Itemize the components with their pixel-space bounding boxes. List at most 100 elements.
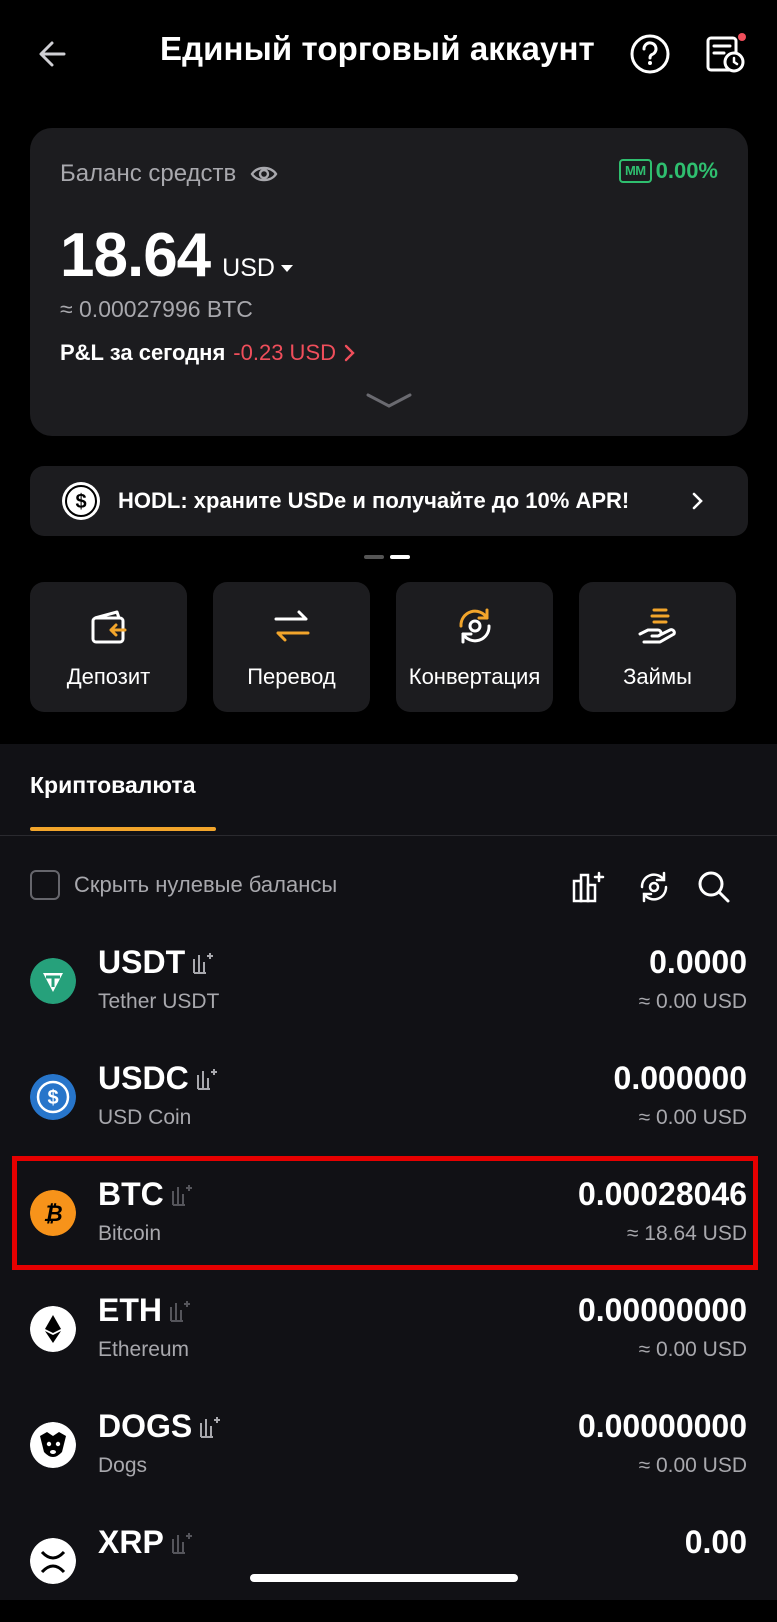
asset-symbol-text: ETH	[98, 1292, 162, 1328]
expand-card-button[interactable]	[364, 390, 414, 410]
page-title: Единый торговый аккаунт	[160, 30, 595, 67]
asset-usd-value: ≈ 0.00 USD	[638, 1454, 747, 1477]
carousel-indicator	[364, 555, 410, 559]
document-clock-icon	[706, 33, 746, 73]
xrp-coin-icon	[30, 1538, 76, 1584]
asset-usd-value: ≈ 0.00 USD	[638, 1106, 747, 1129]
carousel-dot-active	[390, 555, 410, 559]
svg-text:$: $	[47, 1087, 58, 1109]
loans-label: Займы	[623, 664, 692, 689]
asset-symbol: USDT	[98, 944, 215, 981]
history-button[interactable]	[704, 32, 748, 76]
asset-symbol-text: BTC	[98, 1176, 164, 1212]
balance-card: Баланс средств MM 0.00% 18.64 USD ≈ 0.00…	[30, 128, 748, 436]
asset-usd-value: ≈ 0.00 USD	[638, 1338, 747, 1361]
btc-coin-icon: ₿	[30, 1190, 76, 1236]
asset-usd-value: ≈ 18.64 USD	[626, 1222, 747, 1245]
asset-symbol: XRP	[98, 1524, 194, 1561]
arrow-left-icon	[39, 41, 66, 67]
help-button[interactable]	[628, 32, 672, 76]
asset-amount: 0.0000	[649, 944, 747, 980]
search-icon	[698, 871, 730, 903]
asset-symbol-text: DOGS	[98, 1408, 193, 1444]
asset-symbol: BTC	[98, 1176, 194, 1213]
convert-button[interactable]: Конвертация	[396, 582, 553, 712]
chevron-right-icon	[344, 344, 355, 362]
bar-chart-plus-icon[interactable]	[170, 1531, 194, 1555]
svg-text:$: $	[75, 491, 86, 513]
asset-amount: 0.00000000	[577, 1408, 747, 1444]
tab-crypto[interactable]: Криптовалюта	[30, 772, 196, 799]
question-circle-icon	[630, 34, 670, 74]
mm-value: 0.00%	[655, 158, 718, 183]
btc-equivalent: ≈ 0.00027996 BTC	[60, 296, 253, 322]
pnl-today[interactable]: P&L за сегодня -0.23 USD	[60, 340, 356, 366]
tab-underline	[30, 827, 216, 831]
usdc-coin-icon: $	[30, 1074, 76, 1120]
chevron-down-icon	[366, 393, 412, 408]
loan-hand-icon	[638, 608, 676, 644]
asset-row-usdt[interactable]: USDT Tether USDT 0.0000 ≈ 0.00 USD	[0, 924, 777, 1042]
transfer-button[interactable]: Перевод	[213, 582, 370, 712]
svg-text:₿: ₿	[43, 1201, 62, 1226]
transfer-arrows-icon	[274, 610, 309, 642]
balance-label: Баланс средств	[60, 160, 278, 188]
bar-chart-plus-icon[interactable]	[168, 1299, 192, 1323]
hide-zero-label: Скрыть нулевые балансы	[74, 872, 338, 897]
divider	[0, 835, 777, 836]
eye-icon[interactable]	[250, 164, 278, 184]
bar-chart-plus-icon[interactable]	[170, 1183, 194, 1207]
promo-text: HODL: храните USDe и получайте до 10% AP…	[118, 488, 630, 513]
portfolio-chart-button[interactable]	[570, 869, 606, 905]
mm-badge: MM	[618, 159, 652, 183]
convert-label: Конвертация	[408, 664, 541, 689]
balance-value: 18.64	[60, 221, 211, 290]
search-button[interactable]	[696, 869, 732, 905]
home-indicator	[250, 1574, 518, 1582]
pnl-value: -0.23 USD	[233, 340, 337, 365]
bar-chart-plus-icon[interactable]	[195, 1067, 219, 1091]
promo-banner[interactable]: $ HODL: храните USDe и получайте до 10% …	[30, 466, 748, 536]
transfer-label: Перевод	[247, 664, 336, 689]
usdt-coin-icon	[30, 958, 76, 1004]
back-button[interactable]	[34, 34, 74, 74]
eth-coin-icon	[30, 1306, 76, 1352]
asset-usd-value: ≈ 0.00 USD	[638, 990, 747, 1013]
asset-name: Dogs	[98, 1454, 148, 1477]
asset-row-btc[interactable]: ₿ BTC Bitcoin 0.00028046 ≈ 18.64 USD	[0, 1156, 777, 1274]
highlight-box	[12, 1156, 758, 1270]
loans-button[interactable]: Займы	[579, 582, 736, 712]
asset-symbol: ETH	[98, 1292, 192, 1329]
hide-zero-checkbox[interactable]	[30, 870, 60, 900]
asset-row-eth[interactable]: ETH Ethereum 0.00000000 ≈ 0.00 USD	[0, 1272, 777, 1390]
asset-symbol-text: USDT	[98, 944, 186, 980]
asset-symbol: DOGS	[98, 1408, 222, 1445]
asset-amount: 0.000000	[613, 1060, 747, 1096]
convert-small-balances-button[interactable]	[636, 869, 672, 905]
wallet-deposit-icon	[91, 610, 126, 644]
balance-amount: 18.64 USD	[60, 220, 293, 291]
dogs-coin-icon	[30, 1422, 76, 1468]
carousel-dot	[364, 555, 384, 559]
caret-down-icon	[280, 265, 293, 272]
currency-selector[interactable]: USD	[222, 254, 293, 283]
asset-amount: 0.00028046	[577, 1176, 747, 1212]
convert-icon	[458, 608, 491, 644]
asset-symbol: USDC	[98, 1060, 219, 1097]
asset-name: Bitcoin	[98, 1222, 162, 1245]
balance-label-text: Баланс средств	[60, 160, 237, 187]
asset-row-dogs[interactable]: DOGS Dogs 0.00000000 ≈ 0.00 USD	[0, 1388, 777, 1506]
bar-chart-plus-icon[interactable]	[191, 951, 215, 975]
asset-row-xrp[interactable]: XRP 0.00	[0, 1504, 777, 1622]
hide-zero-filter[interactable]: Скрыть нулевые балансы	[30, 870, 337, 900]
asset-name: USD Coin	[98, 1106, 192, 1129]
asset-row-usdc[interactable]: $ USDC USD Coin 0.000000 ≈ 0.00 USD	[0, 1040, 777, 1158]
bar-chart-plus-icon	[572, 871, 605, 903]
deposit-button[interactable]: Депозит	[30, 582, 187, 712]
asset-amount: 0.00000000	[577, 1292, 747, 1328]
refresh-coin-icon	[640, 871, 668, 903]
asset-name: Tether USDT	[98, 990, 220, 1013]
asset-symbol-text: XRP	[98, 1524, 164, 1560]
bar-chart-plus-icon[interactable]	[198, 1415, 222, 1439]
margin-mode-indicator[interactable]: MM 0.00%	[618, 158, 718, 184]
